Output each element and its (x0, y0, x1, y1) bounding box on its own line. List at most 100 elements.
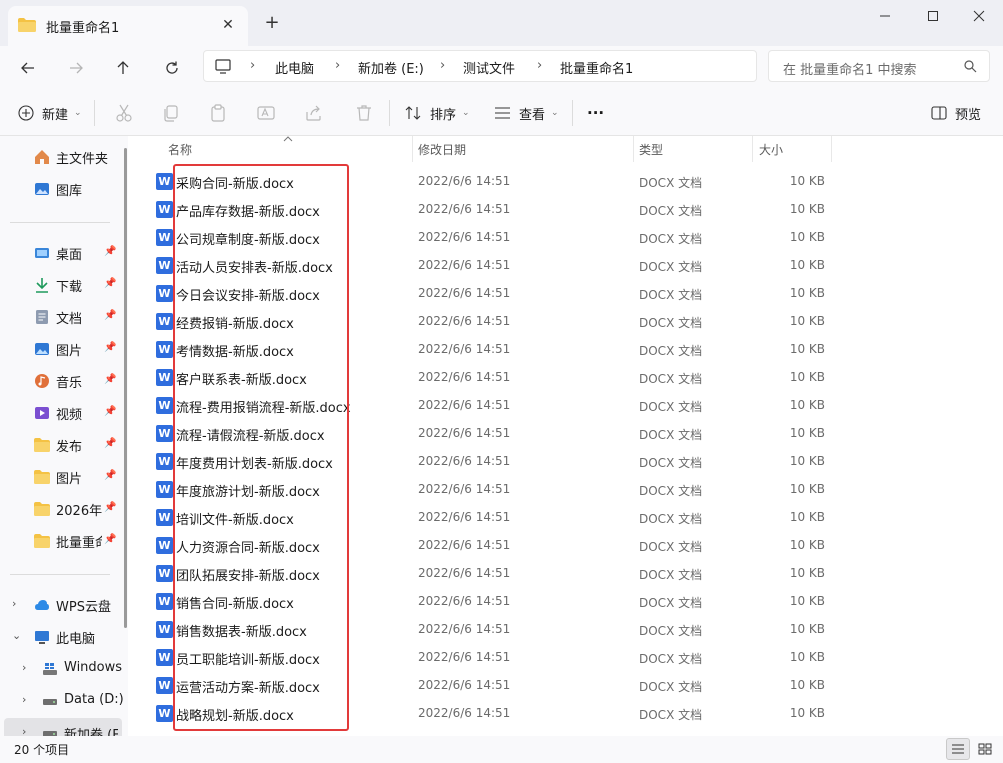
breadcrumb-test-files[interactable]: 测试文件 (463, 58, 515, 77)
more-options-button[interactable]: ··· (587, 99, 604, 127)
address-bar[interactable]: › 此电脑 › 新加卷 (E:) › 测试文件 › 批量重命名1 (203, 50, 757, 82)
close-icon (973, 10, 985, 22)
sidebar-item-label: 音乐 (56, 376, 83, 391)
file-name: 经费报销-新版.docx (176, 317, 294, 332)
file-row[interactable]: W 战略规划-新版.docx 2022/6/6 14:51 DOCX 文档 10 KB (128, 700, 1003, 728)
document-icon (36, 310, 48, 324)
new-tab-button[interactable]: + (260, 11, 284, 35)
sidebar-item-publish[interactable]: 发布 📌 (0, 430, 124, 460)
file-row[interactable]: W 流程-请假流程-新版.docx 2022/6/6 14:51 DOCX 文档 10 … (128, 420, 1003, 448)
sidebar-item-pictures[interactable]: 图片 📌 (0, 334, 124, 364)
file-row[interactable]: W 公司规章制度-新版.docx 2022/6/6 14:51 DOCX 文档 10 K… (128, 224, 1003, 252)
chevron-right-icon[interactable]: › (22, 661, 26, 674)
sidebar-item-label: 下载 (56, 280, 83, 295)
file-row[interactable]: W 采购合同-新版.docx 2022/6/6 14:51 DOCX 文档 10 KB (128, 168, 1003, 196)
breadcrumb-drive-e[interactable]: 新加卷 (E:) (358, 58, 424, 77)
chevron-right-icon[interactable]: › (22, 693, 26, 706)
tab-close-button[interactable]: ✕ (216, 13, 240, 37)
drive-icon (43, 699, 57, 705)
sidebar-item-gallery[interactable]: 图库 (0, 174, 124, 204)
cut-icon[interactable] (114, 103, 134, 123)
share-icon[interactable] (304, 103, 324, 123)
column-header-date[interactable]: 修改日期 (418, 141, 466, 158)
file-row[interactable]: W 流程-费用报销流程-新版.docx 2022/6/6 14:51 DOCX 文档 1… (128, 392, 1003, 420)
breadcrumb-this-pc[interactable]: 此电脑 (275, 58, 314, 77)
file-row[interactable]: W 经费报销-新版.docx 2022/6/6 14:51 DOCX 文档 10 KB (128, 308, 1003, 336)
sort-button[interactable]: 排序 ⌄ (405, 99, 470, 127)
new-button[interactable]: 新建 ⌄ (18, 99, 82, 127)
file-row[interactable]: W 考情数据-新版.docx 2022/6/6 14:51 DOCX 文档 10 KB (128, 336, 1003, 364)
refresh-button[interactable] (156, 52, 188, 84)
file-row[interactable]: W 培训文件-新版.docx 2022/6/6 14:51 DOCX 文档 10 KB (128, 504, 1003, 532)
sidebar-item-batch-rename[interactable]: 批量重命 📌 (0, 526, 124, 556)
file-row[interactable]: W 团队拓展安排-新版.docx 2022/6/6 14:51 DOCX 文档 10 K… (128, 560, 1003, 588)
column-divider[interactable] (633, 136, 634, 162)
copy-icon[interactable] (161, 103, 181, 123)
maximize-button[interactable] (910, 0, 956, 32)
breadcrumb-current-folder[interactable]: 批量重命名1 (560, 58, 633, 77)
details-view-button[interactable] (946, 738, 970, 760)
back-button[interactable] (12, 52, 44, 84)
sidebar-item-documents[interactable]: 文档 📌 (0, 302, 124, 332)
search-input[interactable]: 在 批量重命名1 中搜索 (768, 50, 990, 82)
column-divider[interactable] (831, 136, 832, 162)
rename-icon[interactable] (256, 103, 276, 123)
column-divider[interactable] (752, 136, 753, 162)
file-row[interactable]: W 销售合同-新版.docx 2022/6/6 14:51 DOCX 文档 10 KB (128, 588, 1003, 616)
file-date: 2022/6/6 14:51 (418, 314, 511, 328)
sidebar-item-windows-drive[interactable]: › Windows (0, 654, 124, 684)
file-date: 2022/6/6 14:51 (418, 510, 511, 524)
sidebar-item-home[interactable]: 主文件夹 (0, 142, 124, 172)
pin-icon: 📌 (104, 374, 117, 385)
file-list: 名称 修改日期 类型 大小 W 采购合同-新版.docx 2022/6/6 14:5… (128, 136, 1003, 736)
preview-pane-button[interactable]: 预览 (931, 99, 981, 127)
sidebar-item-videos[interactable]: 视频 📌 (0, 398, 124, 428)
sidebar-scrollbar[interactable] (124, 148, 127, 628)
file-row[interactable]: W 年度费用计划表-新版.docx 2022/6/6 14:51 DOCX 文档 10 … (128, 448, 1003, 476)
tab-title: 批量重命名1 (46, 21, 120, 36)
sidebar-item-desktop[interactable]: 桌面 📌 (0, 238, 124, 268)
file-row[interactable]: W 人力资源合同-新版.docx 2022/6/6 14:51 DOCX 文档 10 K… (128, 532, 1003, 560)
sidebar-item-data-drive[interactable]: › Data (D:) (0, 686, 124, 716)
file-type: DOCX 文档 (639, 176, 703, 190)
window-tab[interactable]: 批量重命名1 ✕ (8, 6, 248, 46)
sidebar-item-label: 发布 (56, 440, 83, 455)
sidebar-item-label: 文档 (56, 312, 83, 327)
column-header-size[interactable]: 大小 (759, 141, 783, 158)
file-row[interactable]: W 销售数据表-新版.docx 2022/6/6 14:51 DOCX 文档 10 KB (128, 616, 1003, 644)
view-button[interactable]: 查看 ⌄ (494, 99, 559, 127)
sidebar-item-downloads[interactable]: 下载 📌 (0, 270, 124, 300)
file-row[interactable]: W 年度旅游计划-新版.docx 2022/6/6 14:51 DOCX 文档 10 K… (128, 476, 1003, 504)
file-row[interactable]: W 运营活动方案-新版.docx 2022/6/6 14:51 DOCX 文档 10 K… (128, 672, 1003, 700)
file-size: 10 KB (789, 258, 825, 272)
tiles-view-button[interactable] (973, 738, 997, 760)
chevron-down-icon[interactable]: ⌄ (12, 629, 21, 642)
sidebar-item-this-pc[interactable]: ⌄ 此电脑 (0, 622, 124, 652)
chevron-right-icon[interactable]: › (22, 725, 26, 736)
minimize-button[interactable] (862, 0, 908, 32)
paste-icon[interactable] (208, 103, 228, 123)
column-header-name[interactable]: 名称 (168, 141, 192, 158)
file-row[interactable]: W 员工职能培训-新版.docx 2022/6/6 14:51 DOCX 文档 10 K… (128, 644, 1003, 672)
file-row[interactable]: W 今日会议安排-新版.docx 2022/6/6 14:51 DOCX 文档 10 K… (128, 280, 1003, 308)
sidebar-item-label: 图片 (56, 344, 83, 359)
pin-icon: 📌 (104, 534, 117, 545)
delete-icon[interactable] (354, 103, 374, 123)
file-row[interactable]: W 活动人员安排表-新版.docx 2022/6/6 14:51 DOCX 文档 10 … (128, 252, 1003, 280)
file-date: 2022/6/6 14:51 (418, 258, 511, 272)
pin-icon: 📌 (104, 502, 117, 513)
sidebar-item-pictures-folder[interactable]: 图片 📌 (0, 462, 124, 492)
chevron-right-icon[interactable]: › (12, 597, 16, 610)
close-window-button[interactable] (956, 0, 1002, 32)
sidebar-item-music[interactable]: 音乐 📌 (0, 366, 124, 396)
forward-button[interactable] (60, 52, 92, 84)
file-row[interactable]: W 产品库存数据-新版.docx 2022/6/6 14:51 DOCX 文档 10 K… (128, 196, 1003, 224)
sidebar-item-wps-cloud[interactable]: › WPS云盘 (0, 590, 124, 620)
up-button[interactable] (107, 52, 139, 84)
file-row[interactable]: W 客户联系表-新版.docx 2022/6/6 14:51 DOCX 文档 10 KB (128, 364, 1003, 392)
column-divider[interactable] (412, 136, 413, 162)
sidebar-item-2026[interactable]: 2026年9 📌 (0, 494, 124, 524)
file-size: 10 KB (789, 174, 825, 188)
column-header-type[interactable]: 类型 (639, 141, 663, 158)
sidebar-item-new-volume-e[interactable]: › 新加卷 (E: (4, 718, 122, 736)
